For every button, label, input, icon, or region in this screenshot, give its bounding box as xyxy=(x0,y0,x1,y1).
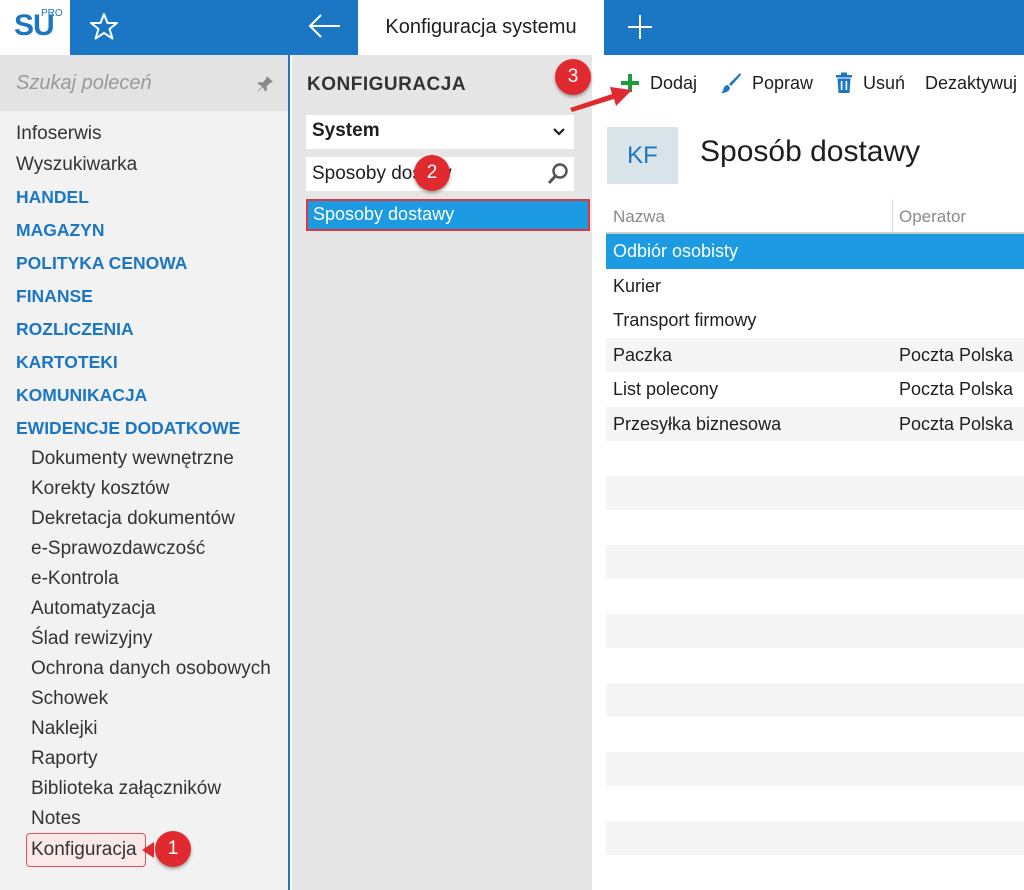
cell-nazwa: Kurier xyxy=(613,275,662,296)
empty-row xyxy=(606,820,1024,855)
empty-row xyxy=(606,510,1024,545)
cell-nazwa: Przesyłka biznesowa xyxy=(613,413,782,434)
cell-operator: Poczta Polska xyxy=(899,344,1014,365)
table-row[interactable]: Przesyłka biznesowa Poczta Polska xyxy=(606,406,1024,441)
callout-arrow-3 xyxy=(570,87,632,112)
edit-button-label: Popraw xyxy=(752,72,814,93)
favorites-star-icon[interactable] xyxy=(86,10,122,44)
empty-row xyxy=(606,717,1024,752)
step-marker-2: 2 xyxy=(414,155,450,191)
cell-nazwa: Paczka xyxy=(613,344,673,365)
sidebar-item-biblioteka-zalacznikow[interactable]: Biblioteka załączników xyxy=(31,778,221,800)
command-search-input[interactable] xyxy=(0,55,250,111)
sidebar-item-raporty[interactable]: Raporty xyxy=(31,748,98,770)
sidebar-item-automatyzacja[interactable]: Automatyzacja xyxy=(31,598,156,620)
config-category-select[interactable]: System xyxy=(306,115,574,149)
cell-operator: Poczta Polska xyxy=(899,379,1014,399)
cell-nazwa: Odbiór osobisty xyxy=(613,241,739,261)
sidebar-section-finanse[interactable]: FINANSE xyxy=(16,286,93,307)
grid-header: Nazwa Operator xyxy=(606,199,1024,234)
delete-button-label: Usuń xyxy=(863,72,906,93)
deactivate-button-label: Dezaktywuj xyxy=(925,72,1018,93)
sidebar-section-magazyn[interactable]: MAGAZYN xyxy=(16,220,104,241)
sidebar-section-polityka-cenowa[interactable]: POLITYKA CENOWA xyxy=(16,253,187,274)
chevron-down-icon xyxy=(553,128,565,136)
callout-pointer-1 xyxy=(142,842,154,858)
empty-row xyxy=(606,648,1024,683)
cell-operator: Poczta Polska xyxy=(899,413,1014,434)
step-marker-1: 1 xyxy=(155,831,191,867)
sidebar-section-komunikacja[interactable]: KOMUNIKACJA xyxy=(16,385,147,406)
sidebar-section-kartoteki[interactable]: KARTOTEKI xyxy=(16,352,118,373)
sidebar-item-naklejki[interactable]: Naklejki xyxy=(31,718,98,740)
tab-konfiguracja-systemu[interactable]: Konfiguracja systemu xyxy=(358,0,604,55)
search-icon[interactable] xyxy=(546,162,570,186)
column-header-operator[interactable]: Operator xyxy=(899,207,966,227)
trash-icon xyxy=(836,72,852,93)
sidebar-item-notes[interactable]: Notes xyxy=(31,808,81,830)
command-search xyxy=(0,55,288,111)
sidebar-item-wyszukiwarka[interactable]: Wyszukiwarka xyxy=(16,154,137,176)
brush-icon xyxy=(721,73,741,93)
edit-button[interactable]: Popraw xyxy=(720,66,813,100)
sidebar-item-slad-rewizyjny[interactable]: Ślad rewizyjny xyxy=(31,628,152,650)
deactivate-button[interactable]: Dezaktywuj xyxy=(925,66,1017,100)
tree-item-sposoby-dostawy[interactable]: Sposoby dostawy xyxy=(306,199,590,231)
sidebar-item-schowek[interactable]: Schowek xyxy=(31,688,108,710)
cell-nazwa: List polecony xyxy=(613,379,719,399)
column-separator[interactable] xyxy=(892,199,893,232)
sidebar-item-ochrona-danych[interactable]: Ochrona danych osobowych xyxy=(31,658,271,680)
table-row[interactable]: Odbiór osobisty xyxy=(606,234,1024,269)
cell-nazwa: Transport firmowy xyxy=(613,310,757,330)
empty-row xyxy=(606,682,1024,717)
sidebar-item-dokumenty-wewnetrzne[interactable]: Dokumenty wewnętrzne xyxy=(31,448,234,470)
table-row[interactable]: List polecony Poczta Polska xyxy=(606,372,1024,407)
sidebar-item-infoserwis[interactable]: Infoserwis xyxy=(16,123,102,145)
table-row[interactable]: Paczka Poczta Polska xyxy=(606,337,1024,372)
add-button-label: Dodaj xyxy=(650,72,698,93)
sidebar-section-ewidencje-dodatkowe[interactable]: EWIDENCJE DODATKOWE xyxy=(16,418,240,439)
sidebar-item-korekty-kosztow[interactable]: Korekty kosztów xyxy=(31,478,169,500)
sidebar-section-handel[interactable]: HANDEL xyxy=(16,187,89,208)
sidebar-item-dekretacja-dokumentow[interactable]: Dekretacja dokumentów xyxy=(31,508,235,530)
empty-row xyxy=(606,786,1024,821)
module-badge: KF xyxy=(607,127,678,184)
sidebar-item-konfiguracja[interactable]: Konfiguracja xyxy=(31,839,137,861)
empty-row xyxy=(606,441,1024,476)
back-arrow-icon[interactable] xyxy=(300,8,350,44)
table-row[interactable]: Kurier xyxy=(606,268,1024,303)
empty-row xyxy=(606,475,1024,510)
app-logo[interactable]: SU PRO xyxy=(0,0,70,55)
pin-icon[interactable] xyxy=(256,75,274,93)
new-tab-plus-icon[interactable] xyxy=(618,6,662,48)
empty-row xyxy=(606,613,1024,648)
empty-row xyxy=(606,855,1024,890)
empty-row xyxy=(606,544,1024,579)
table-row[interactable]: Transport firmowy xyxy=(606,303,1024,338)
sidebar-section-rozliczenia[interactable]: ROZLICZENIA xyxy=(16,319,134,340)
delivery-methods-grid: Nazwa Operator Odbiór osobisty Kurier Tr… xyxy=(606,199,1024,890)
config-category-value: System xyxy=(312,120,380,141)
page-title: Sposób dostawy xyxy=(700,135,921,168)
delete-button[interactable]: Usuń xyxy=(835,66,905,100)
column-header-nazwa[interactable]: Nazwa xyxy=(613,207,665,227)
sidebar-item-e-kontrola[interactable]: e-Kontrola xyxy=(31,568,119,590)
empty-row xyxy=(606,579,1024,614)
config-panel-heading: KONFIGURACJA xyxy=(307,74,467,95)
logo-superscript: PRO xyxy=(41,8,63,19)
empty-row xyxy=(606,751,1024,786)
sidebar-item-e-sprawozdawczosc[interactable]: e-Sprawozdawczość xyxy=(31,538,205,560)
